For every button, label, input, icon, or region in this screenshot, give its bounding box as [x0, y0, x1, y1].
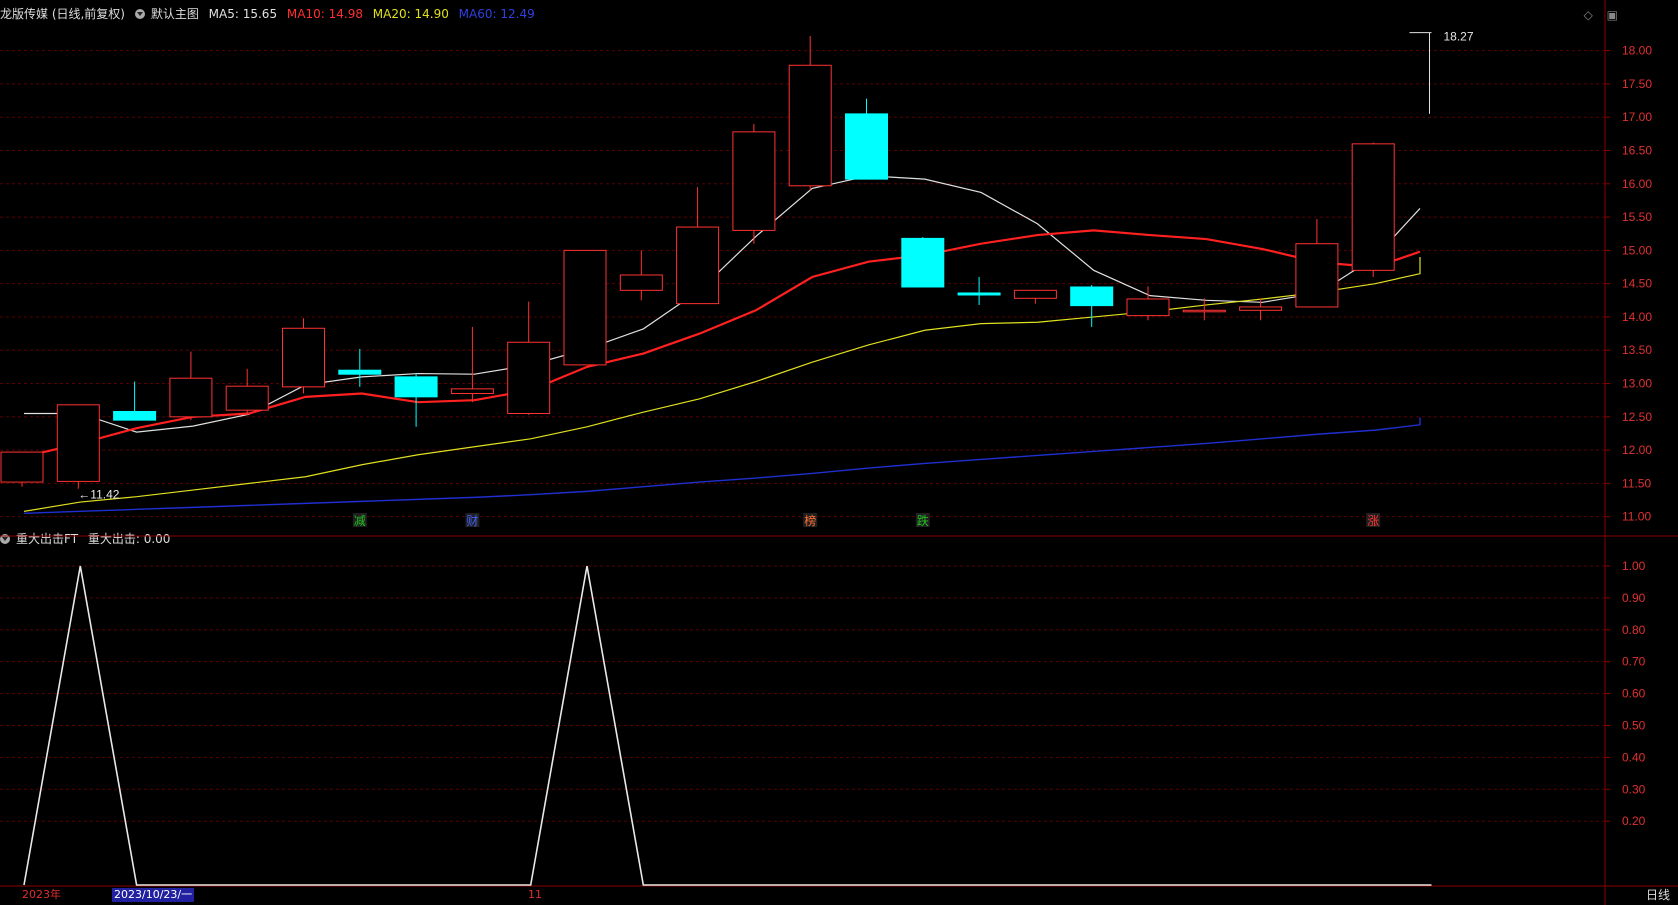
candle-body-up: [563, 249, 607, 366]
price-tick-label: 12.50: [1622, 410, 1652, 424]
event-marker-14: 榜: [804, 513, 816, 528]
candle-body-down: [394, 376, 438, 398]
cursor-date-label: 2023/10/23/一: [112, 888, 195, 902]
low-price-annotation: ←11.42: [78, 488, 119, 502]
candle-body-up: [619, 274, 663, 291]
candle-body-up: [507, 341, 551, 414]
high-price-annotation: 18.27: [1444, 30, 1474, 44]
price-tick-label: 17.50: [1622, 77, 1652, 91]
candle-body-down: [1070, 286, 1114, 307]
year-label: 2023年: [22, 888, 61, 901]
month-label: 11: [528, 888, 542, 901]
ma-line-ma60: [23, 417, 1421, 515]
price-tick-label: 16.50: [1622, 144, 1652, 158]
indicator-tick-label: 0.20: [1622, 814, 1646, 828]
price-tick-label: 14.50: [1622, 277, 1652, 291]
candle-body-up: [225, 385, 269, 411]
price-tick-label: 13.00: [1622, 377, 1652, 391]
candle-body-down: [338, 369, 382, 375]
candle-body-up: [1239, 306, 1283, 311]
candle-body-up: [676, 226, 720, 305]
candle-body-down: [845, 113, 888, 180]
period-button[interactable]: 日线: [1646, 886, 1670, 903]
indicator-tick-label: 0.80: [1622, 623, 1646, 637]
indicator-tick-label: 0.40: [1622, 750, 1646, 764]
event-marker-6: 减: [354, 514, 366, 528]
price-tick-label: 12.00: [1622, 443, 1652, 457]
indicator-tick-label: 0.70: [1622, 655, 1646, 669]
candle-body-up: [1013, 289, 1057, 299]
candle-body-up: [282, 327, 325, 388]
candle-body-up: [169, 377, 213, 418]
candle-body-down: [957, 292, 1001, 296]
price-tick-label: 18.00: [1622, 44, 1652, 58]
candle-body-up: [732, 131, 776, 231]
price-tick-label: 15.50: [1622, 210, 1652, 224]
candle-body-up: [788, 64, 832, 187]
ma-line-ma10: [23, 229, 1421, 458]
price-tick-label: 16.00: [1622, 177, 1652, 191]
price-tick-label: 11.00: [1622, 510, 1651, 524]
candle-body-up: [1351, 143, 1395, 271]
candle-body-up: [0, 451, 44, 483]
candle-body-up: [1295, 243, 1339, 308]
ma-line-ma20: [23, 257, 1421, 512]
candle-body-up: [1126, 298, 1170, 317]
event-marker-16: 跌: [917, 513, 929, 528]
candle-body-up: [450, 388, 494, 395]
candle-body-up: [1182, 309, 1226, 313]
indicator-tick-label: 0.30: [1622, 782, 1646, 796]
indicator-tick-label: 0.60: [1622, 687, 1646, 701]
candle-body-up: [56, 404, 100, 482]
price-tick-label: 17.00: [1622, 110, 1652, 124]
price-tick-label: 11.50: [1622, 476, 1651, 490]
indicator-tick-label: 1.00: [1622, 559, 1646, 573]
price-tick-label: 13.50: [1622, 343, 1652, 357]
event-marker-8: 财: [466, 514, 478, 528]
event-marker-24: 涨: [1367, 513, 1379, 528]
candle-body-down: [113, 410, 157, 421]
kline-chart[interactable]: 18.00 17.50 17.00 16.50 16.00 15.50 15.00 14.50…: [0, 0, 1678, 905]
price-tick-label: 14.00: [1622, 310, 1652, 324]
indicator-tick-label: 0.90: [1622, 591, 1646, 605]
price-tick-label: 15.00: [1622, 243, 1652, 257]
indicator-tick-label: 0.50: [1622, 718, 1646, 732]
candle-body-down: [901, 237, 945, 288]
